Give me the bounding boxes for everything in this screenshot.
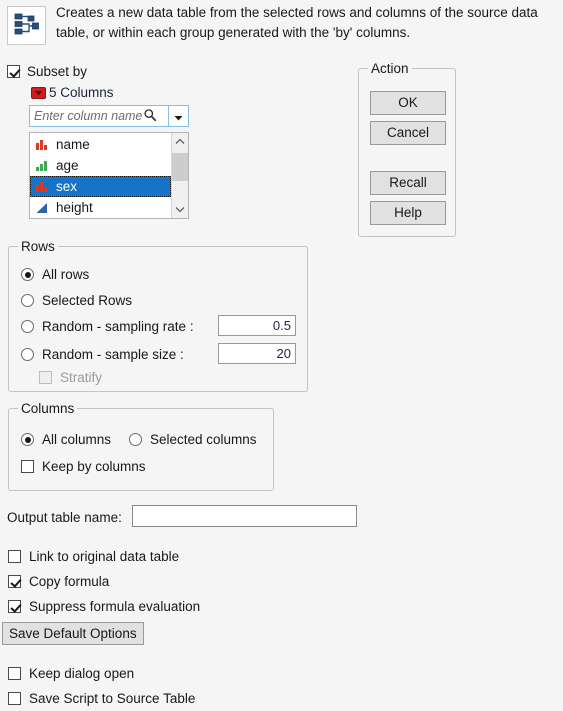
column-name: age [56,158,79,173]
copy-formula-checkbox[interactable] [8,575,21,588]
column-name: sex [56,179,78,194]
all-rows-radio[interactable] [21,268,34,281]
sample-size-input[interactable] [218,343,296,364]
action-group-title: Action [368,61,412,76]
all-columns-label: All columns [42,432,112,447]
output-table-name-label: Output table name: [7,510,122,525]
search-icon[interactable] [143,108,157,125]
scroll-up-icon[interactable] [172,133,188,150]
list-item[interactable]: height [30,197,171,218]
stratify-checkbox [39,371,52,384]
column-name: name [56,137,90,152]
radio-selected-columns[interactable]: Selected columns [129,432,257,447]
keep-dialog-open-label: Keep dialog open [29,666,135,681]
columns-group-title: Columns [18,401,78,416]
help-button[interactable]: Help [370,201,446,225]
dialog-header: Creates a new data table from the select… [0,0,563,55]
column-search-dropdown-button[interactable] [169,105,189,127]
list-item[interactable]: age [30,155,171,176]
subset-by-checkbox-row[interactable]: Subset by [7,64,87,79]
copy-formula-row[interactable]: Copy formula [8,574,109,589]
keep-by-columns-checkbox[interactable] [21,460,34,473]
rows-group-title: Rows [18,239,58,254]
all-rows-label: All rows [42,267,90,282]
action-group: Action OK Cancel Recall Help [358,61,456,237]
suppress-formula-label: Suppress formula evaluation [29,599,201,614]
sample-size-radio[interactable] [21,348,34,361]
radio-all-rows[interactable]: All rows [21,267,89,282]
column-count-label: 5 Columns [49,85,114,100]
all-columns-radio[interactable] [21,433,34,446]
column-search-box[interactable] [29,105,169,127]
column-list-items: name age sex height [30,133,171,218]
list-item[interactable]: sex [30,176,171,197]
subset-by-label: Subset by [27,64,88,79]
save-default-options-button[interactable]: Save Default Options [2,622,144,645]
stratify-checkbox-row: Stratify [39,370,102,385]
sample-size-label: Random - sample size : [42,347,184,362]
radio-all-columns[interactable]: All columns [21,432,111,447]
stratify-label: Stratify [60,370,103,385]
column-list[interactable]: name age sex height [29,132,189,219]
list-item[interactable]: name [30,134,171,155]
keep-by-columns-row[interactable]: Keep by columns [21,459,146,474]
column-search-row [29,105,189,127]
continuous-blue-triangle-icon [35,201,50,214]
suppress-formula-row[interactable]: Suppress formula evaluation [8,599,200,614]
save-script-label: Save Script to Source Table [29,691,196,706]
link-to-original-row[interactable]: Link to original data table [8,549,179,564]
ok-button[interactable]: OK [370,91,446,115]
save-script-checkbox[interactable] [8,692,21,705]
selected-columns-radio[interactable] [129,433,142,446]
column-list-scrollbar[interactable] [171,133,188,218]
ordinal-green-bars-icon [35,159,50,172]
keep-by-columns-label: Keep by columns [42,459,146,474]
columns-group: Columns All columns Selected columns Kee… [8,401,274,491]
sampling-rate-radio[interactable] [21,320,34,333]
dialog-description: Creates a new data table from the select… [56,5,538,40]
output-table-name-input[interactable] [132,505,357,527]
scrollbar-track[interactable] [172,150,188,201]
column-count-row: 5 Columns [31,85,114,100]
sampling-rate-input[interactable] [218,315,296,336]
recall-button[interactable]: Recall [370,171,446,195]
keep-dialog-open-row[interactable]: Keep dialog open [8,666,134,681]
radio-sampling-rate[interactable]: Random - sampling rate : [21,319,194,334]
subset-table-icon [7,6,46,45]
nominal-red-bars-icon [35,138,50,151]
link-to-original-checkbox[interactable] [8,550,21,563]
chevron-down-icon [174,109,183,124]
scrollbar-thumb[interactable] [172,153,188,181]
nominal-red-bars-icon [35,180,50,193]
radio-sample-size[interactable]: Random - sample size : [21,347,184,362]
subset-by-checkbox[interactable] [7,65,20,78]
save-script-row[interactable]: Save Script to Source Table [8,691,195,706]
scroll-down-icon[interactable] [172,201,188,218]
selected-rows-radio[interactable] [21,294,34,307]
suppress-formula-checkbox[interactable] [8,600,21,613]
keep-dialog-open-checkbox[interactable] [8,667,21,680]
copy-formula-label: Copy formula [29,574,110,589]
link-to-original-label: Link to original data table [29,549,180,564]
selected-columns-label: Selected columns [150,432,257,447]
sampling-rate-label: Random - sampling rate : [42,319,194,334]
radio-selected-rows[interactable]: Selected Rows [21,293,132,308]
search-input[interactable] [34,109,142,123]
column-name: height [56,200,93,215]
red-triangle-menu-icon[interactable] [31,86,46,99]
selected-rows-label: Selected Rows [42,293,133,308]
rows-group: Rows All rows Selected Rows Random - sam… [8,239,308,392]
cancel-button[interactable]: Cancel [370,121,446,145]
